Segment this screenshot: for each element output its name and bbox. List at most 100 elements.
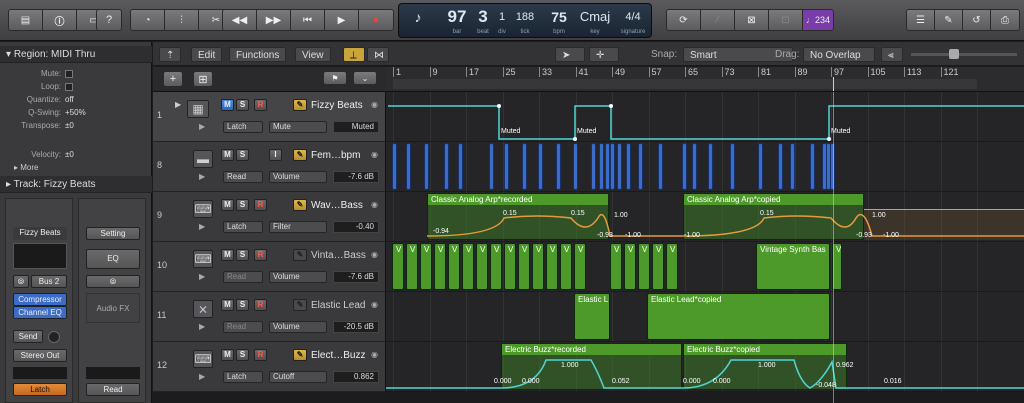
midi-region[interactable]: V <box>574 243 586 290</box>
rewind-icon[interactable]: ◀◀ <box>223 10 257 30</box>
track-lane[interactable]: Muted Muted Muted <box>386 92 1024 142</box>
link-icon[interactable]: ⦾ <box>86 275 140 288</box>
automation-power-button[interactable]: ✎ <box>293 99 307 111</box>
tuner-icon[interactable]: ⁄ <box>701 10 735 30</box>
track-header[interactable]: 8 ▬ M S I ✎ Fem…bpm ◉ ▶ Read Volume -7.6 dB <box>153 142 386 192</box>
record-icon[interactable]: ● <box>359 10 393 30</box>
pointer-tool-icon[interactable]: ➤ <box>555 47 585 62</box>
track-header[interactable]: 12 ⌨ M S R ✎ Elect…Buzz ◉ ▶ Latch Cutoff 0.862 <box>153 342 386 392</box>
smart-controls-icon[interactable]: ◔ <box>131 10 165 30</box>
track-lane[interactable]: V V V V V V V V V V V V V V V V V V V Vintage Synth Bas V <box>386 242 1024 292</box>
info-icon[interactable]: ⓘ <box>43 10 77 30</box>
mute-automation-curve[interactable] <box>386 92 1024 142</box>
edit-menu[interactable]: Edit <box>191 47 223 62</box>
send-button[interactable]: Send <box>13 330 43 343</box>
midi-region[interactable]: V <box>546 243 558 290</box>
automation-power-button[interactable]: ✎ <box>293 349 307 361</box>
track-header[interactable]: 9 ⌨ M S R ✎ Wav…Bass ◉ ▶ Latch Filter -0.40 <box>153 192 386 242</box>
help-icon[interactable]: ? <box>96 9 122 31</box>
record-enable-button[interactable]: R <box>254 99 267 111</box>
audio-region[interactable] <box>573 143 578 190</box>
midi-region[interactable]: V <box>406 243 418 290</box>
midi-region[interactable]: V <box>624 243 636 290</box>
audio-region[interactable] <box>538 143 543 190</box>
solo-button[interactable]: S <box>236 99 249 111</box>
audio-region[interactable] <box>692 143 697 190</box>
midi-region[interactable]: V <box>504 243 516 290</box>
lcd-display[interactable]: ♪ 97 bar 3 beat 1 div 188 tick 75 bpm Cmaj key… <box>398 3 652 38</box>
region[interactable]: Elastic Lead*copied <box>647 293 830 340</box>
count-in-icon[interactable]: ⊡ <box>769 10 803 30</box>
mute-button[interactable]: M <box>221 199 234 211</box>
automation-mode-select[interactable]: Latch <box>223 221 263 233</box>
audio-region[interactable] <box>406 143 411 190</box>
mixer-icon[interactable]: ⫶ <box>165 10 199 30</box>
mute-button[interactable]: M <box>221 249 234 261</box>
automation-mode-select[interactable]: Read <box>223 171 263 183</box>
metronome-icon[interactable]: ♪ <box>407 6 429 28</box>
eq-thumbnail[interactable] <box>13 243 67 269</box>
automation-value[interactable]: Muted <box>333 121 379 133</box>
solo-button[interactable]: S <box>236 199 249 211</box>
automation-play-icon[interactable]: ▶ <box>199 372 205 381</box>
region[interactable]: Elastic L <box>574 293 610 340</box>
track-lane[interactable]: Electric Buzz*recorded Electric Buzz*copi… <box>386 342 1024 392</box>
mute-checkbox[interactable] <box>65 69 73 78</box>
audio-region[interactable] <box>682 143 687 190</box>
library-icon[interactable]: ▤ <box>9 10 43 30</box>
automation-value[interactable]: 0.862 <box>333 371 379 383</box>
audio-region[interactable] <box>778 143 783 190</box>
lcd-key[interactable]: Cmaj <box>579 6 611 28</box>
bus-button[interactable]: Bus 2 <box>31 275 67 288</box>
plugin-slot[interactable]: Compressor <box>13 293 67 306</box>
automation-parameter-select[interactable]: Volume <box>269 171 327 183</box>
track-folder-icon[interactable]: ⊞ <box>193 71 213 87</box>
disclosure-icon[interactable]: ▶ <box>175 100 181 109</box>
functions-menu[interactable]: Functions <box>229 47 287 62</box>
track-name[interactable]: Wav…Bass <box>311 200 363 211</box>
up-arrow-icon[interactable]: ⇡ <box>159 47 181 62</box>
collapse-icon[interactable]: ⌄ <box>353 71 377 85</box>
solo-button[interactable]: S <box>236 249 249 261</box>
input-monitor-button[interactable]: I <box>269 149 282 161</box>
mute-button[interactable]: M <box>221 349 234 361</box>
audio-region[interactable] <box>758 143 763 190</box>
automation-value[interactable]: -0.40 <box>333 221 379 233</box>
automation-parameter-select[interactable]: Volume <box>269 271 327 283</box>
track-name[interactable]: Vinta…Bass <box>311 250 366 261</box>
audio-region[interactable] <box>591 143 596 190</box>
automation-power-button[interactable]: ✎ <box>293 249 307 261</box>
audio-region[interactable] <box>626 143 631 190</box>
eq-button[interactable]: EQ <box>86 249 140 269</box>
automation-parameter-select[interactable]: Filter <box>269 221 327 233</box>
automation-mode-select[interactable]: Latch <box>223 121 263 133</box>
automation-parameter-select[interactable]: Cutoff <box>269 371 327 383</box>
catch-playhead-icon[interactable]: ⟂ <box>343 47 365 62</box>
midi-region[interactable]: V <box>448 243 460 290</box>
mute-button[interactable]: M <box>221 99 234 111</box>
audio-region[interactable] <box>504 143 509 190</box>
go-to-start-icon[interactable]: ⏮ <box>291 10 325 30</box>
track-inspector-header[interactable]: ▸ Track: Fizzy Beats <box>0 176 152 193</box>
automation-mode-select[interactable]: Read <box>223 271 263 283</box>
solo-button[interactable]: S <box>236 149 249 161</box>
automation-mode-button[interactable]: Read <box>86 383 140 396</box>
track-name[interactable]: Fizzy Beats <box>311 100 363 111</box>
play-icon[interactable]: ▶ <box>325 10 359 30</box>
output-button[interactable]: Stereo Out <box>13 349 67 362</box>
automation-parameter-select[interactable]: Volume <box>269 321 327 333</box>
midi-region[interactable]: V <box>532 243 544 290</box>
loop-browser-icon[interactable]: ↺ <box>963 10 991 30</box>
audio-region[interactable] <box>489 143 494 190</box>
audio-region[interactable] <box>599 143 604 190</box>
record-enable-button[interactable]: R <box>254 299 267 311</box>
cutoff-automation-curve[interactable] <box>386 342 1024 392</box>
automation-power-button[interactable]: ✎ <box>293 149 307 161</box>
audio-region[interactable] <box>810 143 815 190</box>
add-track-icon[interactable]: + <box>163 71 183 87</box>
audio-region[interactable] <box>556 143 561 190</box>
media-browser-icon[interactable]: ⎙ <box>991 10 1019 30</box>
audio-region[interactable] <box>458 143 463 190</box>
send-knob[interactable] <box>48 331 60 343</box>
automation-play-icon[interactable]: ▶ <box>199 222 205 231</box>
